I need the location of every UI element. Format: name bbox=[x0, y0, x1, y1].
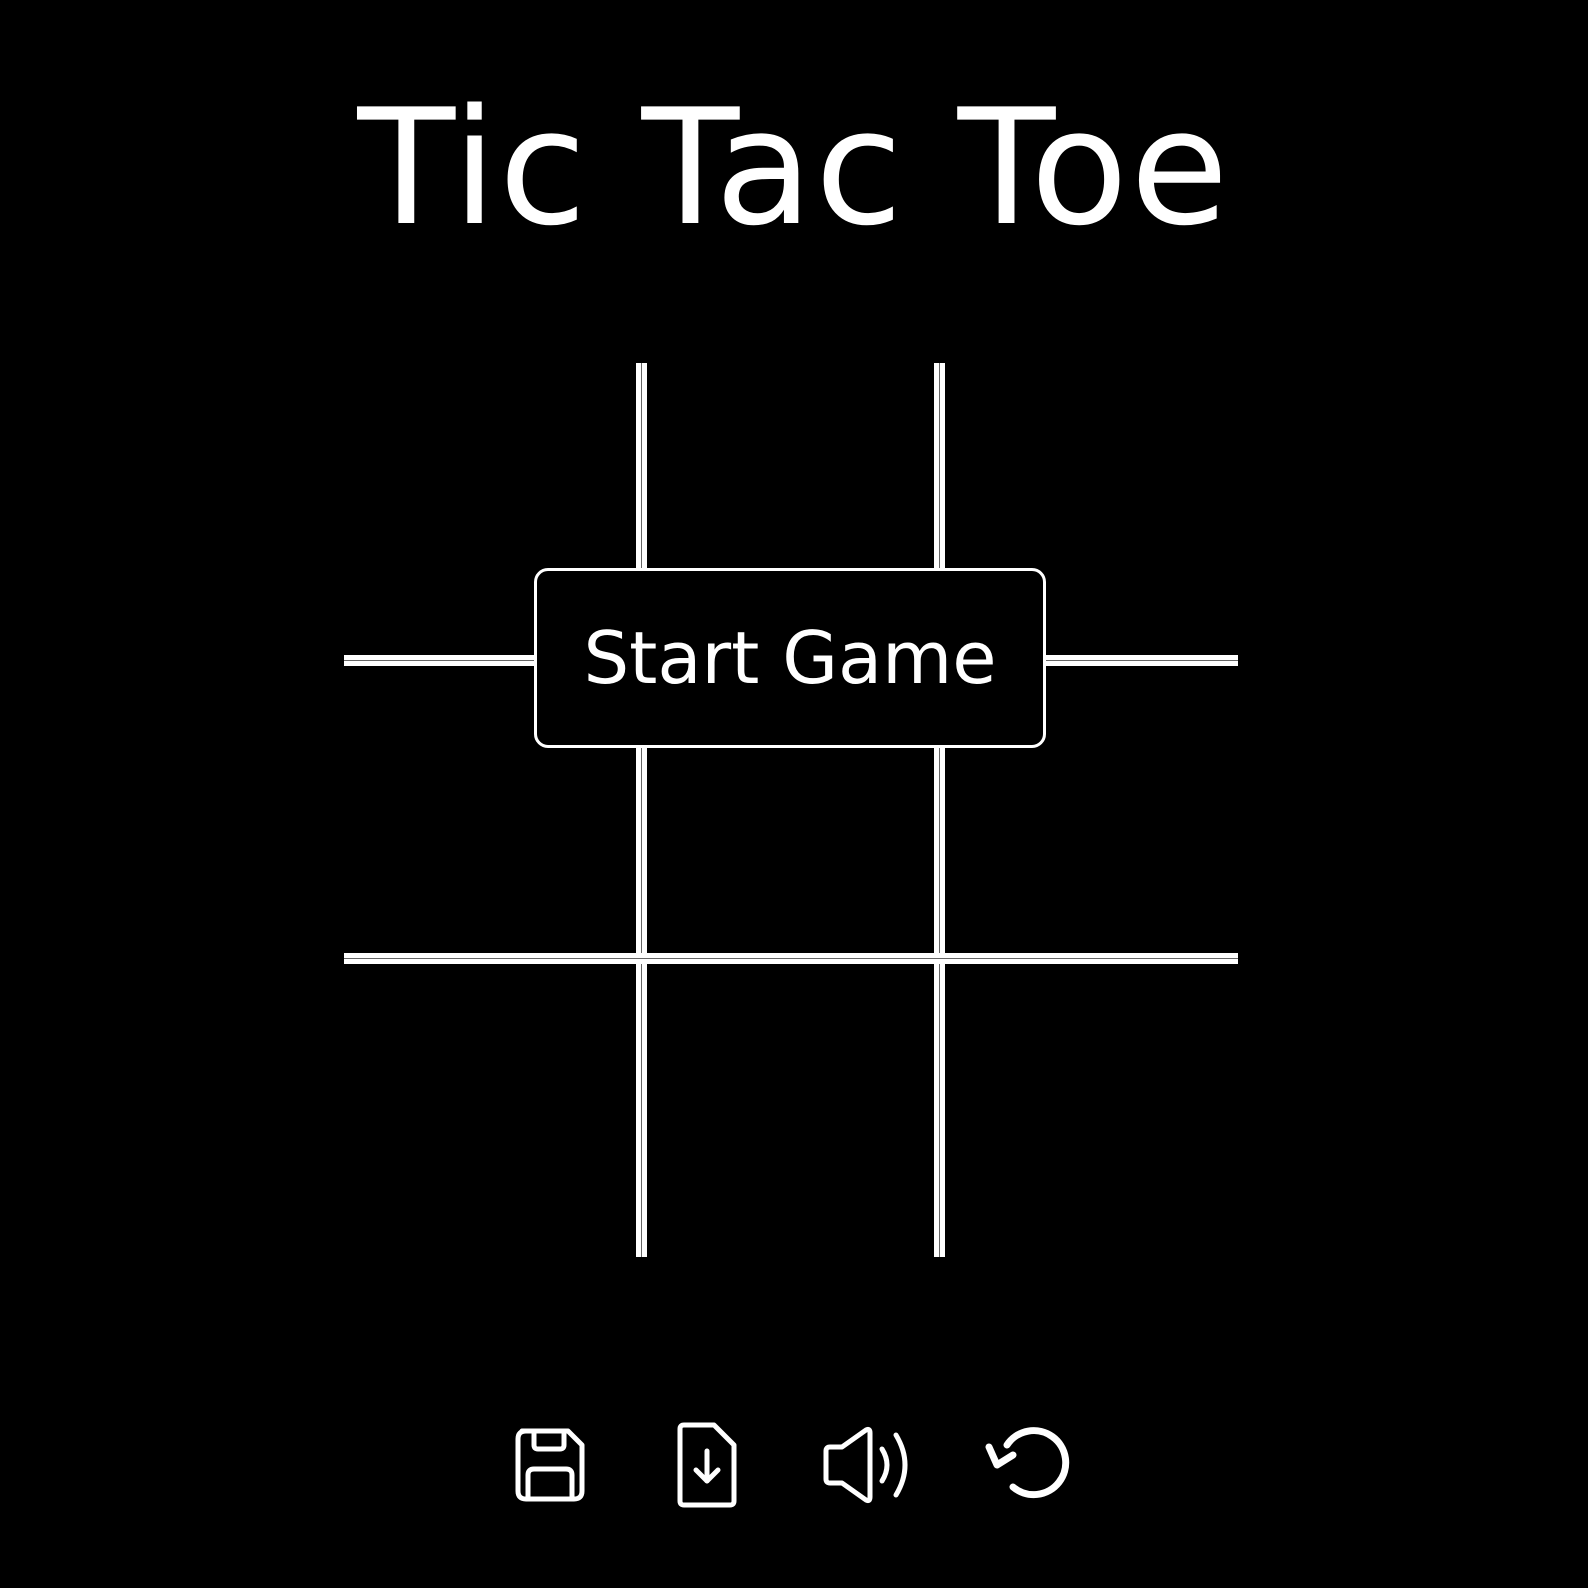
save-button[interactable] bbox=[500, 1420, 600, 1510]
sound-icon bbox=[816, 1425, 916, 1505]
grid-line-vertical-right bbox=[934, 363, 945, 1257]
sound-button[interactable] bbox=[816, 1420, 916, 1510]
restart-icon bbox=[983, 1425, 1073, 1505]
board-cell-7[interactable] bbox=[344, 963, 638, 1257]
game-title: Tic Tac Toe bbox=[357, 74, 1231, 261]
game-board bbox=[344, 363, 1238, 1257]
save-icon bbox=[510, 1425, 590, 1505]
start-game-label: Start Game bbox=[583, 616, 997, 700]
grid-line-vertical-left bbox=[636, 363, 647, 1257]
board-cell-9[interactable] bbox=[944, 963, 1238, 1257]
bottom-toolbar bbox=[0, 1420, 1588, 1510]
start-game-button[interactable]: Start Game bbox=[534, 568, 1046, 748]
load-button[interactable] bbox=[658, 1420, 758, 1510]
restart-button[interactable] bbox=[978, 1420, 1078, 1510]
board-cell-8[interactable] bbox=[644, 963, 938, 1257]
load-file-icon bbox=[668, 1421, 748, 1509]
grid-line-horizontal-bottom bbox=[344, 953, 1238, 964]
